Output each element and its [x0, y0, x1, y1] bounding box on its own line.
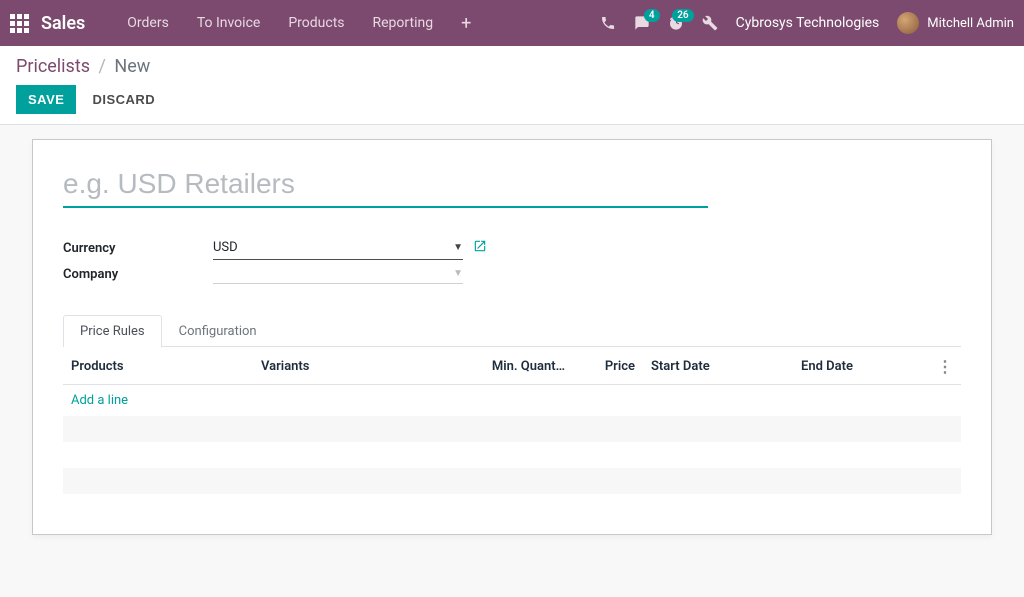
name-input[interactable]: [63, 164, 708, 208]
form-sheet: Currency USD ▼ Company ▼: [32, 139, 992, 535]
activities-badge: 26: [672, 9, 693, 22]
app-title: Sales: [41, 13, 85, 34]
currency-field[interactable]: USD ▼: [213, 236, 463, 260]
messages-icon[interactable]: 4: [634, 15, 650, 31]
apps-icon[interactable]: [10, 14, 29, 33]
chevron-down-icon: ▼: [453, 268, 463, 279]
control-panel: Pricelists / New SAVE DISCARD: [0, 46, 1024, 125]
add-line-button[interactable]: Add a line: [63, 385, 961, 417]
discard-button[interactable]: DISCARD: [86, 85, 161, 114]
nav-add-icon[interactable]: +: [447, 13, 485, 34]
col-variants[interactable]: Variants: [253, 347, 463, 385]
tab-configuration[interactable]: Configuration: [162, 315, 274, 347]
user-name: Mitchell Admin: [927, 16, 1014, 31]
company-selector[interactable]: Cybrosys Technologies: [736, 15, 880, 31]
top-nav: Sales Orders To Invoice Products Reporti…: [0, 0, 1024, 46]
currency-label: Currency: [63, 241, 213, 256]
tabs: Price Rules Configuration: [63, 314, 961, 347]
columns-options-icon[interactable]: ⋮: [929, 347, 961, 385]
nav-reporting[interactable]: Reporting: [359, 0, 448, 46]
nav-right: 4 26 Cybrosys Technologies Mitchell Admi…: [600, 12, 1014, 34]
tab-price-rules[interactable]: Price Rules: [63, 315, 162, 347]
col-price[interactable]: Price: [573, 347, 643, 385]
breadcrumb-root[interactable]: Pricelists: [16, 56, 90, 77]
avatar: [897, 12, 919, 34]
breadcrumb-current: New: [114, 56, 150, 77]
price-rules-table: Products Variants Min. Quant… Price Star…: [63, 347, 961, 494]
col-products[interactable]: Products: [63, 347, 253, 385]
company-field[interactable]: ▼: [213, 264, 463, 284]
external-link-icon[interactable]: [473, 239, 487, 257]
messages-badge: 4: [644, 9, 660, 22]
company-label: Company: [63, 267, 213, 282]
phone-icon[interactable]: [600, 15, 616, 31]
nav-to-invoice[interactable]: To Invoice: [183, 0, 275, 46]
col-start-date[interactable]: Start Date: [643, 347, 793, 385]
debug-icon[interactable]: [702, 15, 718, 31]
user-menu[interactable]: Mitchell Admin: [897, 12, 1014, 34]
col-end-date[interactable]: End Date: [793, 347, 929, 385]
breadcrumb: Pricelists / New: [16, 56, 1008, 77]
col-min-qty[interactable]: Min. Quant…: [463, 347, 573, 385]
nav-links: Orders To Invoice Products Reporting: [113, 0, 447, 46]
nav-products[interactable]: Products: [274, 0, 358, 46]
nav-orders[interactable]: Orders: [113, 0, 183, 46]
save-button[interactable]: SAVE: [16, 85, 76, 114]
chevron-down-icon: ▼: [453, 242, 463, 253]
activities-icon[interactable]: 26: [668, 15, 684, 31]
